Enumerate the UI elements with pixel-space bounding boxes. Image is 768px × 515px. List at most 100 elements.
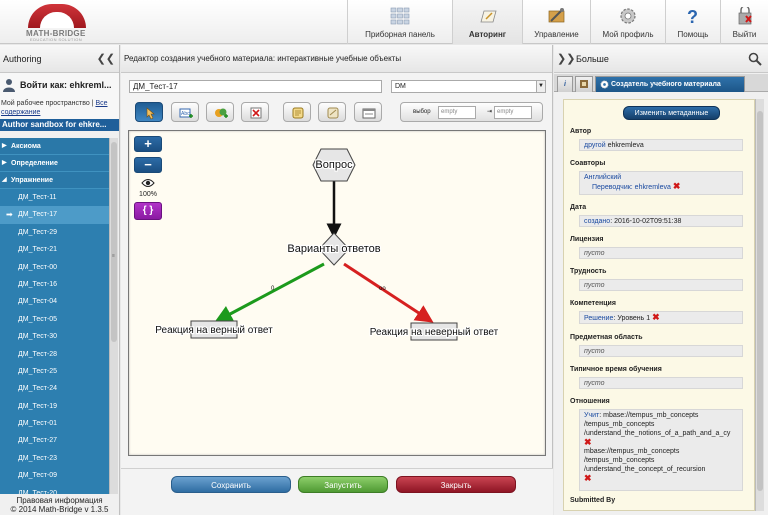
tree-item[interactable]: ДМ_Тест-01 [0, 415, 109, 432]
tree-item[interactable]: ДМ_Тест-21 [0, 241, 109, 258]
tab-creator[interactable]: Создатель учебного материала [595, 76, 745, 92]
node-answers-label: Варианты ответов [287, 243, 380, 255]
node-question-label: Вопрос [315, 159, 353, 171]
tree-item[interactable]: ДМ_Тест-00 [0, 259, 109, 276]
all-content-link[interactable]: Все [95, 100, 107, 107]
tree-item[interactable]: ДМ_Тест-16 [0, 276, 109, 293]
gear-icon [620, 8, 636, 24]
tree-section-definition[interactable]: ▶ Определение [0, 155, 109, 172]
tree-item[interactable]: ДМ_Тест-19 [0, 398, 109, 415]
add-condition-button[interactable] [206, 102, 234, 122]
language-select[interactable]: DM ▼ [391, 80, 546, 93]
tree-item[interactable]: ДМ_Тест-30 [0, 328, 109, 345]
remove-relation-icon[interactable]: ✖ [584, 438, 738, 447]
tree-item[interactable]: ➡ ДМ_Тест-17 [0, 206, 109, 224]
selection-to-input[interactable]: empty [494, 106, 532, 119]
remove-coauthor-icon[interactable]: ✖ [673, 181, 681, 191]
workspace-links: Мой рабочее пространство | Все содержание [0, 97, 119, 119]
nav-authoring[interactable]: Авторинг [452, 0, 522, 44]
edge-wrong[interactable] [343, 262, 434, 323]
zoom-out-button[interactable]: − [134, 157, 162, 173]
graph-diagram: 0 oo Вопрос Варианты ответов Реакция на … [154, 148, 500, 341]
authoring-panel-title: Authoring [3, 54, 42, 64]
layout-refresh-button[interactable]: { } [134, 202, 162, 220]
edge-label-wrong: oo [379, 286, 386, 292]
tree-item[interactable]: ДМ_Тест-11 [0, 189, 109, 206]
add-condition-icon [215, 108, 228, 118]
license-value: пусто [579, 247, 743, 259]
tree-item[interactable]: ДМ_Тест-04 [0, 293, 109, 310]
export-button[interactable] [318, 102, 346, 122]
nav-my-profile[interactable]: Мой профиль [590, 0, 665, 44]
eye-icon[interactable] [134, 178, 162, 190]
content-tree: ▶ Аксиома ▶ Определение ◢ Упражнение ДМ_Тес… [0, 138, 109, 496]
graph-canvas[interactable]: 0 oo Вопрос Варианты ответов Реакция на … [128, 130, 546, 456]
difficulty-value: пусто [579, 279, 743, 291]
tab-info[interactable]: i [557, 76, 573, 92]
competence-heading: Компетенция [570, 300, 616, 307]
all-content-link-2[interactable]: содержание [1, 109, 40, 116]
date-value: создано: 2016-10-02T09:51:38 [579, 215, 743, 227]
tree-item[interactable]: ДМ_Тест-27 [0, 432, 109, 449]
left-scrollbar[interactable]: ≡ [109, 138, 118, 496]
edit-metadata-button[interactable]: Изменить метаданные [623, 106, 720, 120]
relations-heading: Отношения [570, 398, 610, 405]
import-button[interactable] [283, 102, 311, 122]
author-value: другой ehkremleva [579, 139, 743, 151]
delete-icon [250, 107, 262, 119]
run-button[interactable]: Запустить [298, 476, 388, 493]
nav-help[interactable]: ? Помощь [665, 0, 720, 44]
nav-management[interactable]: Управление [522, 0, 590, 44]
more-panel: ❯❯ Больше i Создатель учебного материала… [554, 45, 768, 515]
relations-value: Учит: mbase://tempus_mb_concepts /tempus… [579, 409, 743, 491]
add-node-button[interactable]: Abc [171, 102, 199, 122]
collapse-right-icon[interactable]: ❯❯ [557, 45, 575, 73]
save-button[interactable]: Сохранить [171, 476, 291, 493]
remove-relation-icon[interactable]: ✖ [584, 474, 738, 483]
triangle-right-icon: ▶ [2, 143, 7, 149]
math-bridge-logo[interactable]: MATH-BRIDGE EDUCATION SOLUTION [26, 4, 90, 42]
nav-logout[interactable]: Выйти [720, 0, 768, 44]
tree-item[interactable]: ДМ_Тест-05 [0, 311, 109, 328]
properties-button[interactable] [354, 102, 382, 122]
nav-dashboard[interactable]: Приборная панель [347, 0, 452, 44]
search-icon[interactable] [748, 52, 762, 66]
competence-value: Решение: Уровень 1 ✖ [579, 311, 743, 324]
remove-competence-icon[interactable]: ✖ [652, 312, 660, 322]
tree-item[interactable]: ДМ_Тест-29 [0, 224, 109, 241]
object-name-field[interactable]: ДМ_Тест-17 [129, 80, 382, 93]
more-panel-header: ❯❯ Больше [554, 45, 768, 73]
add-node-icon: Abc [179, 108, 193, 118]
logout-icon [738, 7, 752, 25]
authoring-icon [479, 10, 497, 23]
tree-item[interactable]: ДМ_Тест-24 [0, 380, 109, 397]
app-window: MATH-BRIDGE EDUCATION SOLUTION Приборная… [0, 0, 768, 515]
pointer-tool-button[interactable] [135, 102, 163, 122]
close-button[interactable]: Закрыть [396, 476, 516, 493]
edge-correct[interactable] [214, 262, 325, 323]
tab-notes[interactable] [575, 76, 593, 92]
arrow-right-icon: ⇥ [487, 109, 493, 115]
editor-title: Редактор создания учебного материала: ин… [124, 54, 402, 63]
zoom-controls: + − 100% { } [134, 136, 164, 220]
login-info: Войти как: ehkreml... [0, 73, 119, 97]
svg-text:Abc: Abc [181, 111, 190, 117]
zoom-in-button[interactable]: + [134, 136, 162, 152]
tree-item[interactable]: ДМ_Тест-28 [0, 346, 109, 363]
metadata-view: Изменить метаданные Автор другой ehkreml… [563, 99, 755, 511]
metadata-scrollbar[interactable] [755, 99, 764, 511]
tree-item[interactable]: ДМ_Тест-25 [0, 363, 109, 380]
dashboard-icon [390, 7, 410, 25]
legal-info-link[interactable]: Правовая информация [0, 496, 119, 505]
tree-item[interactable]: ДМ_Тест-09 [0, 467, 109, 484]
top-bar: MATH-BRIDGE EDUCATION SOLUTION Приборная… [0, 0, 768, 44]
tree-section-exercise[interactable]: ◢ Упражнение [0, 172, 109, 189]
right-tabs: i Создатель учебного материала [554, 74, 768, 92]
delete-button[interactable] [241, 102, 269, 122]
collapse-left-icon[interactable]: ❮❮ [97, 45, 115, 73]
tree-item[interactable]: ДМ_Тест-23 [0, 450, 109, 467]
tree-section-axiom[interactable]: ▶ Аксиома [0, 138, 109, 155]
subject-heading: Предметная область [570, 334, 643, 341]
sandbox-header[interactable]: Author sandbox for ehkre... [0, 119, 119, 131]
selection-from-input[interactable]: empty [438, 106, 476, 119]
